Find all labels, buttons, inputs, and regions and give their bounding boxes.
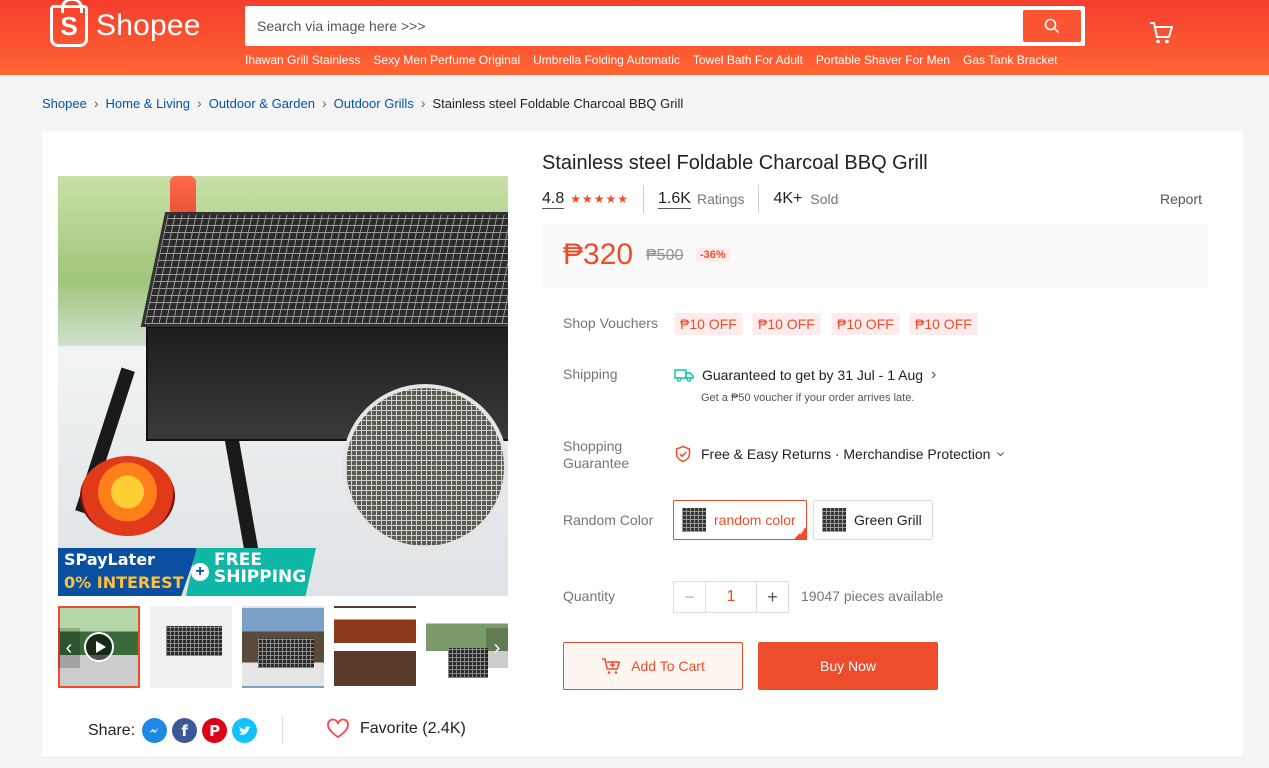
shipping-voucher-note: Get a ₱50 voucher if your order arrives … xyxy=(701,392,915,404)
report-link[interactable]: Report xyxy=(1160,191,1202,207)
interest-label: 0% INTEREST xyxy=(64,573,184,592)
share-row: Share: f P xyxy=(88,718,258,743)
cart-icon xyxy=(1150,22,1173,44)
discount-badge: -36% xyxy=(696,248,730,262)
brand-name: Shopee xyxy=(96,9,201,42)
vouchers-label: Shop Vouchers xyxy=(563,315,658,331)
add-to-cart-button[interactable]: Add To Cart xyxy=(563,642,743,690)
suggestion-link[interactable]: Towel Bath For Adult xyxy=(693,53,803,67)
thumbnail-image[interactable] xyxy=(242,606,324,688)
top-header: S Shopee Ihawan Grill Stainless Sexy Men… xyxy=(0,0,1269,75)
shipping-info[interactable]: Guaranteed to get by 31 Jul - 1 Aug › xyxy=(674,366,936,384)
chevron-left-icon: ‹ xyxy=(65,637,73,659)
variation-label: Random Color xyxy=(563,512,654,528)
shield-icon xyxy=(675,445,691,463)
search-input[interactable] xyxy=(245,6,1015,46)
guarantee-info[interactable]: Free & Easy Returns · Merchandise Protec… xyxy=(674,445,1010,463)
rating-row: 4.8 ★★★★★ 1.6K Ratings 4K+ Sold xyxy=(542,185,838,213)
favorite-button[interactable]: Favorite (2.4K) xyxy=(326,718,466,739)
product-title: Stainless steel Foldable Charcoal BBQ Gr… xyxy=(542,152,928,174)
variant-green-grill[interactable]: Green Grill xyxy=(813,500,933,540)
share-label: Share: xyxy=(88,721,136,739)
quantity-stepper: − 1 + xyxy=(673,581,789,613)
chevron-right-icon: › xyxy=(197,95,202,111)
suggestion-link[interactable]: Portable Shaver For Men xyxy=(816,53,950,67)
truck-icon xyxy=(674,369,694,382)
thumbnail-prev-button[interactable]: ‹ xyxy=(58,628,80,668)
variant-thumbnail xyxy=(822,508,846,532)
quantity-label: Quantity xyxy=(563,588,616,604)
search-button[interactable] xyxy=(1023,10,1081,42)
play-icon[interactable] xyxy=(84,632,114,662)
star-icons: ★★★★★ xyxy=(570,192,630,206)
ratings-label: Ratings xyxy=(696,191,745,207)
guarantee-text: Free & Easy Returns · Merchandise Protec… xyxy=(701,446,991,462)
thumbnail-image[interactable] xyxy=(334,606,416,688)
twitter-icon[interactable] xyxy=(232,718,258,743)
thumbnail-image[interactable] xyxy=(150,606,232,688)
facebook-icon[interactable]: f xyxy=(172,718,198,743)
voucher-chip[interactable]: ₱10 OFF xyxy=(751,313,821,335)
chevron-right-icon: › xyxy=(931,366,937,383)
suggestion-link[interactable]: Gas Tank Bracket xyxy=(963,53,1058,67)
search-icon xyxy=(1044,18,1060,34)
plus-icon: + xyxy=(191,563,209,581)
price-box xyxy=(542,224,1208,288)
search-bar xyxy=(245,6,1085,46)
guarantee-label: Shopping Guarantee xyxy=(563,438,630,471)
voucher-chip[interactable]: ₱10 OFF xyxy=(908,313,978,335)
decrease-quantity-button[interactable]: − xyxy=(674,582,706,612)
chevron-right-icon: › xyxy=(321,95,327,111)
free-shipping-label: FREE SHIPPING xyxy=(214,550,307,587)
search-suggestions: Ihawan Grill Stainless Sexy Men Perfume … xyxy=(245,53,1057,67)
stock-available: 19047 pieces available xyxy=(801,588,944,604)
shipping-guarantee-text: Guaranteed to get by 31 Jul - 1 Aug xyxy=(702,367,924,383)
sold-label: Sold xyxy=(810,191,839,207)
rating-value[interactable]: 4.8 xyxy=(542,190,565,209)
quantity-input[interactable]: 1 xyxy=(706,582,756,612)
add-cart-icon xyxy=(602,658,621,674)
spaylater-label: SPayLater xyxy=(64,550,155,569)
variant-thumbnail xyxy=(682,508,706,532)
messenger-icon[interactable] xyxy=(142,718,168,743)
breadcrumb-home-living[interactable]: Home & Living xyxy=(106,96,191,111)
shopping-bag-icon: S xyxy=(50,0,88,47)
suggestion-link[interactable]: Sexy Men Perfume Original xyxy=(373,53,520,67)
heart-icon xyxy=(327,718,349,739)
breadcrumb-outdoor-grills[interactable]: Outdoor Grills xyxy=(334,96,414,111)
pinterest-icon[interactable]: P xyxy=(202,718,228,743)
ratings-count[interactable]: 1.6K xyxy=(658,190,691,209)
buy-now-button[interactable]: Buy Now xyxy=(758,642,938,690)
breadcrumb: Shopee › Home & Living › Outdoor & Garde… xyxy=(42,95,683,111)
chevron-right-icon: › xyxy=(93,95,99,111)
chevron-right-icon: › xyxy=(420,95,426,111)
voucher-chip[interactable]: ₱10 OFF xyxy=(673,313,743,335)
chevron-right-icon: › xyxy=(493,637,501,659)
increase-quantity-button[interactable]: + xyxy=(756,582,788,612)
breadcrumb-shopee[interactable]: Shopee xyxy=(42,96,87,111)
divider xyxy=(282,716,283,744)
product-main-image[interactable] xyxy=(58,176,508,596)
thumbnail-next-button[interactable]: › xyxy=(486,628,508,668)
promo-banner: SPayLater 0% INTEREST + FREE SHIPPING xyxy=(58,548,316,596)
shopee-logo[interactable]: S Shopee xyxy=(50,0,201,47)
original-price: ₱500 xyxy=(646,247,684,264)
breadcrumb-current: Stainless steel Foldable Charcoal BBQ Gr… xyxy=(432,95,684,111)
sold-count: 4K+ xyxy=(773,190,803,207)
variant-random-color[interactable]: random color xyxy=(673,500,807,540)
cart-button[interactable] xyxy=(1148,20,1174,51)
favorite-label: Favorite (2.4K) xyxy=(360,719,466,737)
selected-check-icon xyxy=(792,526,807,540)
current-price: ₱320 xyxy=(563,238,634,271)
shipping-label: Shipping xyxy=(563,366,618,382)
chevron-down-icon: › xyxy=(993,451,1011,457)
breadcrumb-outdoor-garden[interactable]: Outdoor & Garden xyxy=(209,96,315,111)
suggestion-link[interactable]: Umbrella Folding Automatic xyxy=(533,53,680,67)
voucher-chip[interactable]: ₱10 OFF xyxy=(830,313,900,335)
suggestion-link[interactable]: Ihawan Grill Stainless xyxy=(245,53,360,67)
